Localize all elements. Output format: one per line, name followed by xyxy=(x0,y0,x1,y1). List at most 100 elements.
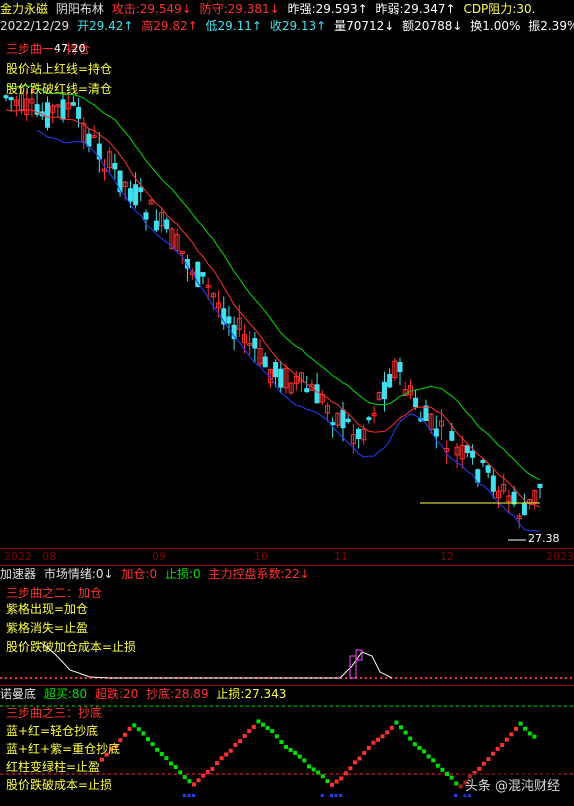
step-marker xyxy=(215,761,219,766)
up-arrow-icon: ↑ xyxy=(251,19,262,33)
step-marker xyxy=(399,725,403,730)
step-marker xyxy=(201,773,206,778)
panel2-name[interactable]: 加速器 xyxy=(0,567,36,581)
blue-dot xyxy=(182,794,186,797)
candle-body xyxy=(537,483,543,488)
candle-body xyxy=(521,503,527,516)
step-marker xyxy=(389,725,394,730)
open-label: 开 xyxy=(77,19,90,33)
panel3-name[interactable]: 诺曼底 xyxy=(0,687,36,701)
candle-body xyxy=(449,431,455,441)
oversell-label: 超跌: xyxy=(95,687,124,701)
up-arrow-icon: ↑ xyxy=(123,19,134,33)
candle-body xyxy=(133,184,139,206)
step-marker xyxy=(274,734,279,739)
turn-value: 1.00% xyxy=(482,19,521,33)
header-row-2: 2022/12/29 开29.42↑ 高29.82↑ 低29.11↑ 收29.1… xyxy=(0,19,574,34)
high-value: 29.82 xyxy=(153,19,188,33)
attack-label: 攻击: xyxy=(111,2,140,16)
step-marker xyxy=(256,719,261,724)
step-marker xyxy=(376,737,380,742)
step-marker xyxy=(242,734,247,739)
step-marker xyxy=(205,770,210,775)
step-marker xyxy=(279,739,284,744)
panel2-title: 三步曲之二：加仓 xyxy=(6,586,103,600)
blue-dot xyxy=(192,794,195,797)
candle-body xyxy=(464,445,470,454)
amt-label: 额 xyxy=(402,19,415,33)
indicator-name[interactable]: 阴阳布林 xyxy=(56,2,104,16)
step-marker xyxy=(454,781,459,786)
stock-name[interactable]: 金力永磁 xyxy=(0,2,48,16)
blue-dot xyxy=(320,794,324,797)
strong-label: 昨强: xyxy=(287,2,316,16)
vol-value: 70712 xyxy=(346,19,385,33)
close-label: 收 xyxy=(269,19,282,33)
step-marker xyxy=(422,749,426,754)
amp-value: 2.39% xyxy=(540,19,574,33)
candle-body xyxy=(164,219,170,230)
date-08: 08 xyxy=(42,550,56,563)
step-marker xyxy=(481,761,486,766)
candle-body xyxy=(8,97,14,101)
step-marker xyxy=(219,756,224,761)
step-marker xyxy=(366,745,371,750)
high-label: 高 xyxy=(141,19,154,33)
candle-body xyxy=(127,188,133,202)
step-marker xyxy=(228,748,233,753)
candle-body xyxy=(314,384,320,404)
step-marker xyxy=(417,745,422,750)
bollinger-upper-line xyxy=(5,85,541,481)
step-marker xyxy=(141,731,146,736)
step-marker xyxy=(182,775,187,780)
add-value: 0 xyxy=(149,567,158,581)
panel2-line1: 紫格出现=加仓 xyxy=(6,602,89,616)
main-kline-chart[interactable] xyxy=(0,36,574,548)
step-marker xyxy=(491,751,495,756)
candle-body xyxy=(262,356,268,368)
step-marker xyxy=(210,767,215,772)
legend-hold: 股价站上红线=持仓 xyxy=(6,62,113,76)
candle-body xyxy=(200,272,206,277)
stop3-value: 27.343 xyxy=(244,687,287,701)
candle-body xyxy=(387,373,393,388)
low-value: 29.11 xyxy=(217,19,252,33)
candle-body xyxy=(304,388,310,393)
ctrl-label: 主力控盘系数: xyxy=(208,567,285,581)
blue-dot xyxy=(454,794,458,797)
candle-body xyxy=(340,409,346,429)
step-marker xyxy=(532,734,537,739)
blue-dot xyxy=(187,794,191,797)
step-marker xyxy=(311,767,316,772)
step-marker xyxy=(302,758,307,763)
step-marker xyxy=(146,737,150,742)
step-marker xyxy=(477,766,482,771)
step-marker xyxy=(509,732,514,737)
candle-body xyxy=(153,220,159,231)
step-marker xyxy=(394,720,399,725)
step-marker xyxy=(408,736,413,741)
panel2-header: 加速器 市场情绪:0↓ 加仓:0 止损:0 主力控盘系数:22↓ xyxy=(0,567,574,582)
candle-body xyxy=(366,417,372,421)
amt-value: 20788 xyxy=(414,19,453,33)
blue-dot xyxy=(330,794,333,797)
candle-body xyxy=(356,428,362,440)
candle-body xyxy=(112,162,118,170)
step-marker xyxy=(132,723,137,728)
blue-dot xyxy=(334,794,338,797)
header-row-1: 金力永磁 阴阳布林 攻击:29.549↓ 防守:29.381↓ 昨强:29.59… xyxy=(0,2,574,17)
step-marker xyxy=(504,737,509,742)
panel3-line4: 股价跌破成本=止损 xyxy=(6,778,113,792)
overbuy-label: 超买: xyxy=(43,687,72,701)
candle-body xyxy=(76,106,82,119)
candle-body xyxy=(480,460,486,464)
step-marker xyxy=(123,732,127,737)
candle-body xyxy=(278,368,284,388)
down-arrow-icon: ↓ xyxy=(299,567,310,581)
step-marker xyxy=(288,747,293,752)
vol-label: 量 xyxy=(334,19,347,33)
oversell-value: 20 xyxy=(123,687,139,701)
step-marker xyxy=(224,752,229,757)
step-marker xyxy=(330,782,334,787)
add-label: 加仓: xyxy=(121,567,150,581)
